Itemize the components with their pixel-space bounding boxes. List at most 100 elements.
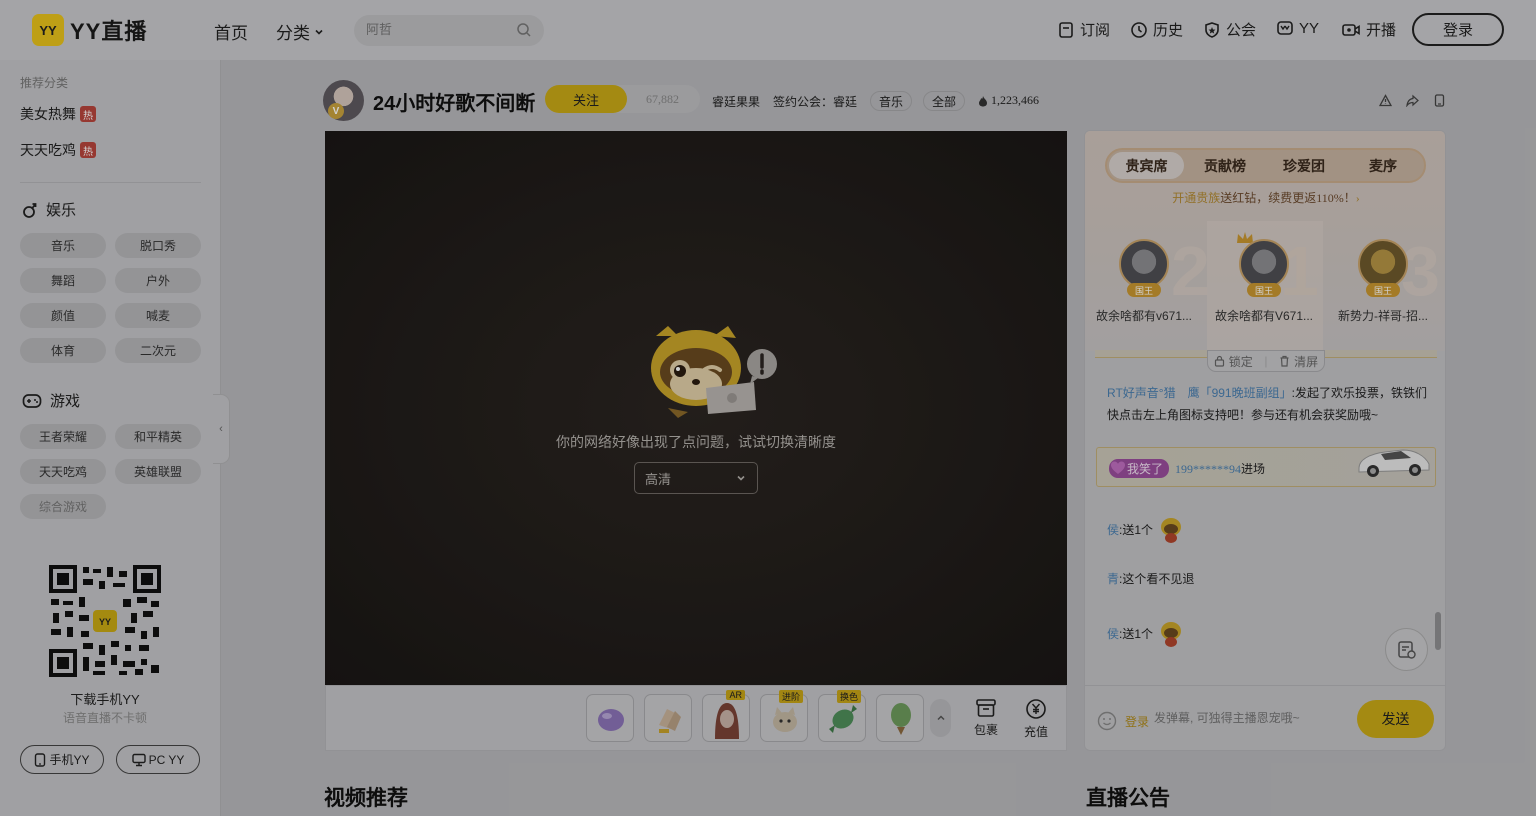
noble-promo[interactable]: 开通贵族送红钻，续费更返110%！› bbox=[1085, 189, 1445, 206]
backpack-icon bbox=[976, 699, 996, 717]
tag-music[interactable]: 音乐 bbox=[870, 91, 913, 111]
yy-logo[interactable]: YY YY直播 bbox=[32, 14, 147, 46]
go-live-button[interactable]: 开播 bbox=[1341, 19, 1396, 40]
tab-fan-club[interactable]: 珍爱团 bbox=[1283, 156, 1325, 176]
gift-item[interactable] bbox=[586, 694, 634, 742]
gift-item[interactable]: 换色 bbox=[818, 690, 866, 742]
anchor-name[interactable]: 睿廷果果 bbox=[712, 93, 760, 110]
sidebar-caption: 推荐分类 bbox=[20, 76, 69, 90]
king-badge: 国王 bbox=[1366, 283, 1400, 297]
mobile-watch-icon[interactable] bbox=[1433, 94, 1446, 107]
entry-user[interactable]: 199******94 bbox=[1175, 462, 1241, 476]
chip-looks[interactable]: 颜值 bbox=[20, 303, 106, 328]
send-button[interactable]: 发送 bbox=[1357, 700, 1434, 738]
chat-message: 侯:送1个 bbox=[1107, 620, 1183, 648]
download-pc-label: PC YY bbox=[148, 752, 185, 767]
camera-icon bbox=[1342, 23, 1360, 36]
chat-user[interactable]: 侯 bbox=[1107, 519, 1119, 541]
sidebar-item-chicken[interactable]: 天天吃鸡 热 bbox=[20, 140, 96, 160]
chat-text: :这个看不见退 bbox=[1119, 572, 1195, 586]
chip-peace-elite[interactable]: 和平精英 bbox=[115, 424, 201, 449]
rank-number: 2 bbox=[1171, 232, 1210, 310]
emoji-icon[interactable] bbox=[1097, 711, 1117, 731]
backpack-label: 包裹 bbox=[974, 723, 999, 737]
gift-item[interactable]: AR bbox=[702, 690, 750, 742]
download-pc-button[interactable]: PC YY bbox=[116, 745, 200, 774]
share-icon[interactable] bbox=[1406, 94, 1419, 107]
lock-label: 锁定 bbox=[1228, 354, 1253, 369]
chip-chicken[interactable]: 天天吃鸡 bbox=[20, 459, 106, 484]
chip-lol[interactable]: 英雄联盟 bbox=[115, 459, 201, 484]
flame-icon bbox=[979, 95, 987, 106]
sports-car-icon bbox=[1358, 449, 1430, 477]
yy-label: YY bbox=[1299, 19, 1320, 37]
tab-vip-seats[interactable]: 贵宾席 bbox=[1109, 152, 1184, 179]
login-button[interactable]: 登录 bbox=[1412, 13, 1504, 46]
chip-music[interactable]: 音乐 bbox=[20, 233, 106, 258]
follow-button[interactable]: 关注 bbox=[545, 85, 627, 113]
chat-login-link[interactable]: 登录 bbox=[1125, 713, 1149, 730]
guild-name[interactable]: 签约公会：睿廷 bbox=[773, 93, 857, 110]
section-entertainment: 娱乐 bbox=[22, 199, 76, 220]
chip-talkshow[interactable]: 脱口秀 bbox=[115, 233, 201, 258]
chip-shout[interactable]: 喊麦 bbox=[115, 303, 201, 328]
clear-screen-button[interactable]: 清屏 bbox=[1279, 353, 1318, 370]
chip-outdoor[interactable]: 户外 bbox=[115, 268, 201, 293]
noble-promo-link[interactable]: 开通贵族 bbox=[1172, 191, 1220, 205]
avatar bbox=[1358, 239, 1408, 289]
quality-select[interactable]: 高清 bbox=[634, 462, 758, 494]
subscribe-button[interactable]: 订阅 bbox=[1057, 19, 1110, 40]
tab-contribution[interactable]: 贡献榜 bbox=[1204, 156, 1246, 176]
recharge-label: 充值 bbox=[1024, 725, 1049, 739]
search-icon[interactable] bbox=[516, 22, 532, 38]
tab-mic-queue[interactable]: 麦序 bbox=[1369, 156, 1397, 176]
announcement-heading: 直播公告 bbox=[1086, 787, 1170, 810]
search-box[interactable] bbox=[354, 15, 544, 46]
heat-value: 1,223,466 bbox=[978, 93, 1039, 108]
chat-user[interactable]: 青 bbox=[1107, 572, 1119, 586]
nav-home[interactable]: 首页 bbox=[214, 19, 248, 44]
chat-message: 青:这个看不见退 bbox=[1107, 568, 1194, 590]
vip-name: 新势力-祥哥-招... bbox=[1338, 309, 1428, 323]
purple-gem-gift-icon bbox=[598, 709, 624, 731]
chat-settings-button[interactable] bbox=[1385, 628, 1428, 671]
yy-client-button[interactable]: YY bbox=[1276, 19, 1319, 37]
history-button[interactable]: 历史 bbox=[1130, 19, 1183, 40]
logo-text: YY直播 bbox=[70, 19, 148, 44]
chevron-up-icon bbox=[936, 715, 945, 721]
noble-promo-text: 送红钻，续费更返110%！ bbox=[1220, 191, 1356, 205]
section-title: 娱乐 bbox=[46, 202, 77, 219]
chip-acg[interactable]: 二次元 bbox=[115, 338, 201, 363]
gift-item[interactable]: 进阶 bbox=[760, 690, 808, 742]
search-input[interactable] bbox=[366, 22, 506, 37]
chat-settings-icon bbox=[1397, 640, 1416, 659]
follower-count: 67,882 bbox=[646, 92, 679, 106]
tag-all[interactable]: 全部 bbox=[923, 91, 966, 111]
chip-sports[interactable]: 体育 bbox=[20, 338, 106, 363]
chip-dance[interactable]: 舞蹈 bbox=[20, 268, 106, 293]
gift-item[interactable] bbox=[644, 694, 692, 742]
chat-user[interactable]: 侯 bbox=[1107, 623, 1119, 645]
download-mobile-button[interactable]: 手机YY bbox=[20, 745, 104, 774]
nav-category[interactable]: 分类 bbox=[276, 19, 324, 44]
mascot-gift-icon bbox=[1161, 518, 1182, 543]
king-badge: 国王 bbox=[1247, 283, 1281, 297]
backpack-button[interactable]: 包裹 bbox=[974, 698, 998, 738]
chat-user[interactable]: RT好声音°猎 鹰「991晚班副组」 bbox=[1107, 386, 1292, 400]
chevron-down-icon bbox=[737, 475, 745, 481]
guild-button[interactable]: 公会 bbox=[1203, 19, 1256, 40]
chat-message: 侯:送1个 bbox=[1107, 516, 1183, 544]
chip-honor-of-kings[interactable]: 王者荣耀 bbox=[20, 424, 106, 449]
recharge-button[interactable]: 充值 bbox=[1024, 698, 1048, 740]
lock-button[interactable]: 锁定 bbox=[1214, 353, 1253, 370]
gift-expand-button[interactable] bbox=[930, 699, 951, 737]
chat-input-bar: 登录 发送 bbox=[1085, 685, 1445, 750]
report-icon[interactable] bbox=[1379, 94, 1392, 107]
chat-scrollbar[interactable] bbox=[1435, 612, 1441, 650]
danmaku-input[interactable] bbox=[1154, 711, 1354, 725]
sidebar-item-dance[interactable]: 美女热舞 热 bbox=[20, 104, 96, 124]
chip-misc-games[interactable]: 综合游戏 bbox=[20, 494, 106, 519]
clock-icon bbox=[1131, 21, 1147, 38]
sidebar-collapse-toggle[interactable]: ‹ bbox=[213, 394, 230, 464]
gift-item[interactable] bbox=[876, 694, 924, 742]
